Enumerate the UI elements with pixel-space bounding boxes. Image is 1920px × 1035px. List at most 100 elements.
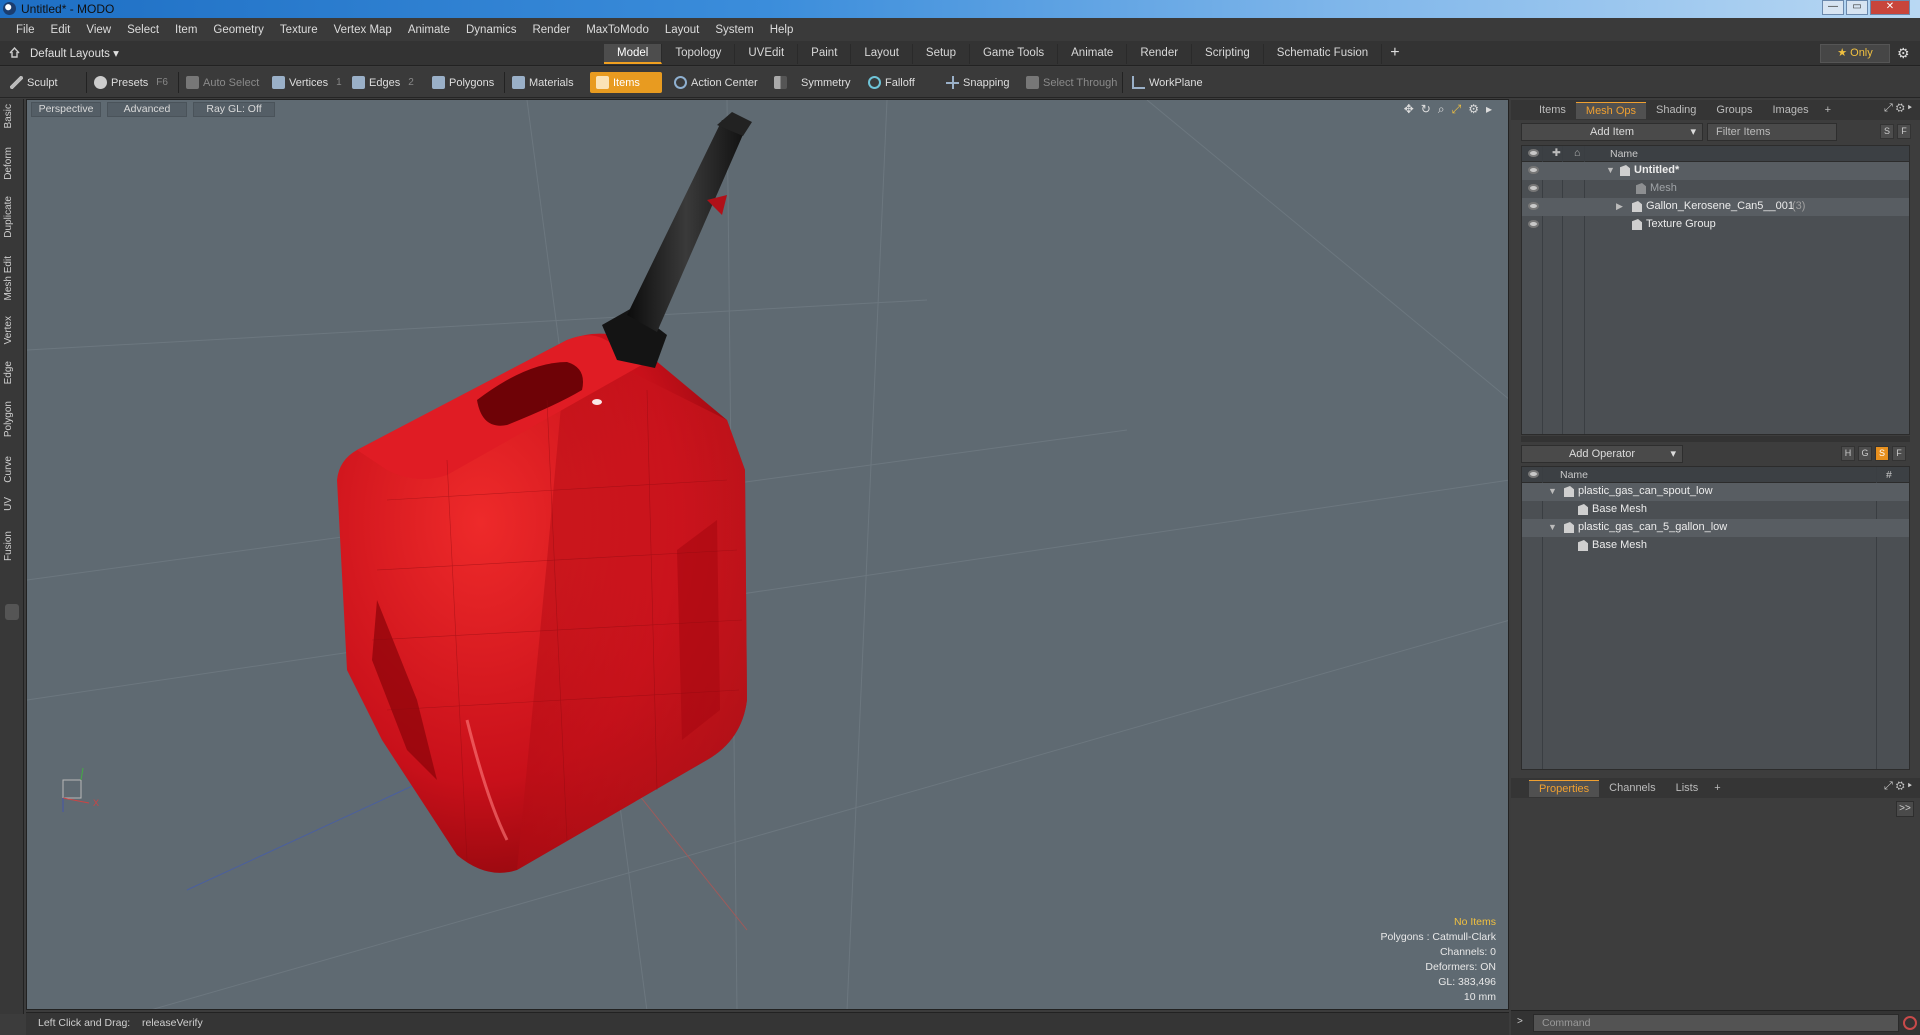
panel-toggle-icon[interactable] <box>5 604 19 620</box>
falloff-button[interactable]: Falloff <box>868 72 915 93</box>
select-through-button[interactable]: Select Through <box>1026 72 1117 93</box>
viewport-expand-icon[interactable]: ▸ <box>1486 102 1492 117</box>
tab-mesh-ops[interactable]: Mesh Ops <box>1575 101 1647 119</box>
command-clear-icon[interactable] <box>1903 1016 1917 1030</box>
operator-f-button[interactable]: F <box>1892 446 1906 461</box>
tab-paint[interactable]: Paint <box>798 44 852 64</box>
vtab-deform[interactable]: Deform <box>3 147 21 180</box>
gear-icon[interactable]: ⚙ <box>1897 45 1910 62</box>
tab-images[interactable]: Images <box>1763 102 1819 118</box>
materials-button[interactable]: Materials <box>512 72 574 93</box>
search-f-button[interactable]: F <box>1897 124 1911 139</box>
tab-render[interactable]: Render <box>1127 44 1193 64</box>
only-toggle-button[interactable]: ★ Only <box>1820 44 1890 63</box>
panel-splitter[interactable] <box>1521 436 1910 442</box>
menu-geometry[interactable]: Geometry <box>205 24 272 36</box>
menu-maxtomodo[interactable]: MaxToModo <box>578 24 657 36</box>
visibility-eye-icon[interactable] <box>1528 202 1539 210</box>
polygons-button[interactable]: Polygons <box>432 72 494 93</box>
list-item[interactable]: ▼ Untitled* <box>1522 162 1909 180</box>
operator-g-button[interactable]: G <box>1858 446 1872 461</box>
add-tab-icon[interactable]: + <box>1382 44 1407 64</box>
vtab-edge[interactable]: Edge <box>3 361 21 384</box>
menu-texture[interactable]: Texture <box>272 24 326 36</box>
operator-s-button[interactable]: S <box>1875 446 1889 461</box>
action-center-button[interactable]: Action Center <box>674 72 758 93</box>
tab-lists[interactable]: Lists <box>1666 780 1709 796</box>
add-props-tab-icon[interactable]: + <box>1708 782 1726 794</box>
tab-properties[interactable]: Properties <box>1529 779 1600 797</box>
maximize-button[interactable]: ▭ <box>1846 0 1868 15</box>
menu-system[interactable]: System <box>707 24 761 36</box>
vtab-duplicate[interactable]: Duplicate <box>3 196 21 238</box>
add-panel-tab-icon[interactable]: + <box>1819 104 1837 116</box>
operator-h-button[interactable]: H <box>1841 446 1855 461</box>
vtab-curve[interactable]: Curve <box>3 456 21 483</box>
expand-arrow-icon[interactable]: ▼ <box>1548 522 1557 532</box>
menu-animate[interactable]: Animate <box>400 24 458 36</box>
raygl-button[interactable]: Ray GL: Off <box>193 102 275 117</box>
tab-animate[interactable]: Animate <box>1058 44 1128 64</box>
edges-button[interactable]: Edges 2 <box>352 72 414 93</box>
expand-props-button[interactable]: >> <box>1896 801 1914 817</box>
vtab-mesh-edit[interactable]: Mesh Edit <box>3 256 21 300</box>
symmetry-button[interactable]: Symmetry <box>774 72 851 93</box>
tab-setup[interactable]: Setup <box>913 44 970 64</box>
menu-select[interactable]: Select <box>119 24 167 36</box>
list-item[interactable]: Texture Group <box>1522 216 1909 234</box>
tab-schematic-fusion[interactable]: Schematic Fusion <box>1264 44 1383 64</box>
list-item[interactable]: Base Mesh <box>1522 501 1909 519</box>
search-s-button[interactable]: S <box>1880 124 1894 139</box>
menu-item[interactable]: Item <box>167 24 205 36</box>
items-button[interactable]: Items <box>590 72 662 93</box>
props-expand-icon[interactable]: ⤢ ⚙ ▸ <box>1884 780 1912 793</box>
tab-model[interactable]: Model <box>604 44 663 64</box>
expand-arrow-icon[interactable]: ▼ <box>1606 165 1615 175</box>
menu-view[interactable]: View <box>78 24 119 36</box>
tab-groups[interactable]: Groups <box>1706 102 1762 118</box>
tab-channels[interactable]: Channels <box>1599 780 1665 796</box>
auto-select-button[interactable]: Auto Select <box>186 72 259 93</box>
menu-edit[interactable]: Edit <box>43 24 79 36</box>
3d-viewport[interactable]: X Perspective Advanced Ray GL: Off ✥ ↻ ⌕… <box>26 99 1509 1010</box>
tab-layout[interactable]: Layout <box>851 44 913 64</box>
vtab-fusion[interactable]: Fusion <box>3 531 21 561</box>
filter-items-input[interactable]: Filter Items <box>1707 123 1837 141</box>
visibility-eye-icon[interactable] <box>1528 184 1539 192</box>
tab-scripting[interactable]: Scripting <box>1192 44 1264 64</box>
zoom-view-icon[interactable]: ⌕ <box>1438 102 1445 117</box>
visibility-eye-icon[interactable] <box>1528 220 1539 228</box>
layout-home-icon[interactable] <box>9 47 20 58</box>
advanced-button[interactable]: Advanced <box>107 102 187 117</box>
menu-dynamics[interactable]: Dynamics <box>458 24 524 36</box>
workplane-button[interactable]: WorkPlane <box>1132 72 1203 93</box>
panel-expand-icon[interactable]: ⤢ ⚙ ▸ <box>1884 102 1912 115</box>
vertices-button[interactable]: Vertices 1 <box>272 72 342 93</box>
add-item-button[interactable]: Add Item ▾ <box>1521 123 1703 141</box>
list-item[interactable]: ▶ Gallon_Kerosene_Can5__001 (3) <box>1522 198 1909 216</box>
vtab-uv[interactable]: UV <box>3 497 21 511</box>
tab-game-tools[interactable]: Game Tools <box>970 44 1059 64</box>
presets-button[interactable]: Presets F6 <box>94 72 168 93</box>
list-item[interactable]: ▼ plastic_gas_can_5_gallon_low <box>1522 519 1909 537</box>
list-item[interactable]: Mesh <box>1522 180 1909 198</box>
vtab-polygon[interactable]: Polygon <box>3 401 21 437</box>
viewport-settings-icon[interactable]: ⚙ <box>1468 102 1479 117</box>
list-item[interactable]: Base Mesh <box>1522 537 1909 555</box>
tab-topology[interactable]: Topology <box>662 44 736 64</box>
minimize-button[interactable]: — <box>1822 0 1844 15</box>
expand-arrow-icon[interactable]: ▼ <box>1548 486 1557 496</box>
fit-view-icon[interactable]: ⤢ <box>1452 102 1462 117</box>
menu-help[interactable]: Help <box>762 24 802 36</box>
tab-shading[interactable]: Shading <box>1646 102 1706 118</box>
perspective-button[interactable]: Perspective <box>31 102 101 117</box>
menu-file[interactable]: File <box>8 24 43 36</box>
snapping-button[interactable]: Snapping <box>946 72 1010 93</box>
tab-uvedit[interactable]: UVEdit <box>735 44 799 64</box>
expand-arrow-icon[interactable]: ▶ <box>1616 201 1623 212</box>
command-input[interactable]: Command <box>1533 1014 1899 1032</box>
visibility-eye-icon[interactable] <box>1528 166 1539 174</box>
sculpt-button[interactable]: Sculpt <box>10 72 58 93</box>
menu-layout[interactable]: Layout <box>657 24 708 36</box>
menu-render[interactable]: Render <box>524 24 578 36</box>
